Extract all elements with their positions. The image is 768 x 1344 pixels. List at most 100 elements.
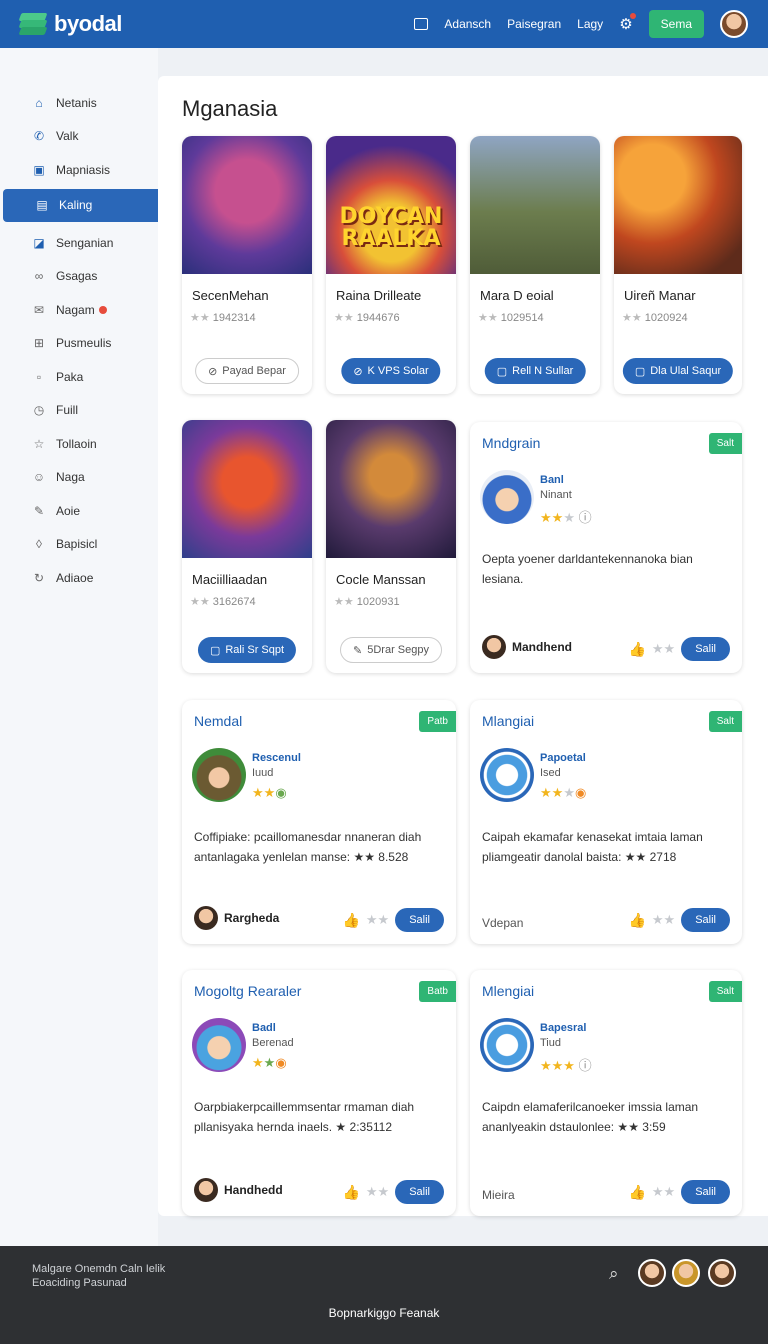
review-action-button[interactable]: Salil [395, 1180, 444, 1204]
game-action-button[interactable]: ▢ Dla Ulal Saqur [622, 358, 734, 384]
sidebar-item-nagam[interactable]: ✉ Nagam [0, 293, 158, 327]
review-title[interactable]: Nemdal [194, 713, 242, 729]
footer-line-2[interactable]: Eoaciding Pasunad [32, 1276, 165, 1290]
thumbs-up-icon[interactable]: 👍 [628, 912, 645, 929]
sidebar: ⌂ Netanis ✆ Valk ▣ Mapniasis ▤ Kaling ◪ Senga… [0, 48, 164, 1246]
star-icon[interactable]: ★★ [652, 912, 675, 928]
game-meta: ★★ 1029514 [478, 312, 544, 324]
game-card[interactable]: Cocle Manssan ★★ 1020931 ✎ 5Drar Segpy [326, 420, 456, 673]
nav-link-3[interactable]: Lagy [577, 17, 603, 31]
sidebar-item-valk[interactable]: ✆ Valk [0, 120, 158, 154]
header-cta-button[interactable]: Sema [648, 10, 704, 38]
nav-link-2[interactable]: Paisegran [507, 17, 561, 31]
calendar-icon[interactable] [414, 18, 429, 30]
game-action-button[interactable]: ⊘ K VPS Solar [341, 358, 441, 384]
avatar [482, 635, 506, 659]
main-content: Mganasia SecenMehan ★★ 1942314 ⊘ Payad Be… [158, 76, 768, 1216]
thumbs-up-icon[interactable]: 👍 [342, 1184, 359, 1201]
square-icon: ▢ [209, 644, 221, 657]
search-icon[interactable]: ⌕ [609, 1264, 619, 1284]
avatar [480, 470, 534, 524]
game-name: Maciilliaadan [192, 572, 268, 587]
info-icon[interactable]: ⓘ [579, 510, 592, 525]
review-title[interactable]: Mlengiai [482, 983, 534, 999]
reviewer-subtitle: Ised [540, 767, 561, 779]
review-action-button[interactable]: Salil [681, 637, 730, 661]
avatar [192, 1018, 246, 1072]
star-icon[interactable]: ★★ [366, 1184, 389, 1200]
game-meta: ★★ 3162674 [190, 596, 256, 608]
top-bar: byodal Adansch Paisegran Lagy ⚙ Sema [0, 0, 768, 48]
review-card: Mlangiai Salt Papoetal Ised ★★★◉ Caipah … [470, 700, 742, 944]
game-card[interactable]: Maciilliaadan ★★ 3162674 ▢ Rali Sr Sqpt [182, 420, 312, 673]
footer-center-text[interactable]: Bopnarkiggo Feanak [0, 1306, 768, 1320]
logo[interactable]: byodal [18, 11, 122, 37]
game-art-title: DOYCAN RAALKA [339, 204, 443, 251]
avatar[interactable] [672, 1259, 700, 1287]
status-badge: Batb [419, 981, 456, 1002]
review-title[interactable]: Mlangiai [482, 713, 534, 729]
game-action-button[interactable]: ▢ Rali Sr Sqpt [197, 637, 297, 663]
user-avatar[interactable] [720, 10, 748, 38]
game-card[interactable]: Mara D eoial ★★ 1029514 ▢ Rell N Sullar [470, 136, 600, 394]
sidebar-item-label: Fuill [56, 403, 79, 418]
star-icon[interactable]: ★★ [652, 1184, 675, 1200]
drop-icon: ◊ [36, 537, 42, 552]
review-title[interactable]: Mndgrain [482, 435, 540, 451]
avatar[interactable] [638, 1259, 666, 1287]
gear-icon[interactable]: ⚙ [619, 13, 636, 33]
review-action-button[interactable]: Salil [681, 908, 730, 932]
sidebar-item-label: Pusmeulis [56, 336, 112, 351]
sidebar-item-gsagas[interactable]: ∞ Gsagas [0, 260, 158, 294]
review-action-button[interactable]: Salil [395, 908, 444, 932]
game-meta: ★★ 1020931 [334, 596, 400, 608]
star-icon[interactable]: ★★ [366, 912, 389, 928]
game-card[interactable]: SecenMehan ★★ 1942314 ⊘ Payad Bepar [182, 136, 312, 394]
avatar[interactable] [708, 1259, 736, 1287]
sidebar-item-fuill[interactable]: ◷ Fuill [0, 394, 158, 428]
game-action-button[interactable]: ▢ Rell N Sullar [484, 358, 586, 384]
thumbs-up-icon[interactable]: 👍 [628, 641, 645, 658]
thumbs-up-icon[interactable]: 👍 [628, 1184, 645, 1201]
sidebar-item-aoie[interactable]: ✎ Aoie [0, 494, 158, 528]
sidebar-item-netanis[interactable]: ⌂ Netanis [0, 86, 158, 120]
review-title[interactable]: Mogoltg Rearaler [194, 983, 301, 999]
sidebar-item-adiaoe[interactable]: ↻ Adiaoe [0, 561, 158, 595]
game-action-button[interactable]: ✎ 5Drar Segpy [340, 637, 442, 663]
review-action-button[interactable]: Salil [681, 1180, 730, 1204]
review-actions: 👍 ★★ Salil [342, 1180, 444, 1204]
smile-icon: ☺ [32, 470, 46, 485]
review-actions: 👍 ★★ Salil [628, 637, 730, 661]
map-icon: ▣ [33, 162, 45, 177]
thumbs-up-icon[interactable]: 👍 [342, 912, 359, 929]
game-card[interactable]: DOYCAN RAALKA Raina Drilleate ★★ 1944676… [326, 136, 456, 394]
sidebar-item-senganian[interactable]: ◪ Senganian [0, 226, 158, 260]
sidebar-item-pusmeulis[interactable]: ⊞ Pusmeulis [0, 327, 158, 361]
sidebar-item-paka[interactable]: ▫ Paka [0, 360, 158, 394]
reviewer-name: Badl [252, 1022, 276, 1034]
game-action-button[interactable]: ⊘ Payad Bepar [195, 358, 299, 384]
sidebar-item-kaling[interactable]: ▤ Kaling [3, 188, 164, 222]
game-name: SecenMehan [192, 288, 269, 303]
sidebar-item-label: Netanis [56, 95, 97, 110]
info-icon[interactable]: ⓘ [579, 1058, 592, 1073]
square-icon: ▢ [634, 365, 646, 378]
reviewer-subtitle: Berenad [252, 1037, 294, 1049]
sidebar-item-mapniasis[interactable]: ▣ Mapniasis [0, 153, 158, 187]
phone-icon: ✆ [33, 129, 45, 144]
star-icon[interactable]: ★★ [652, 641, 675, 657]
game-card[interactable]: Uireñ Manar ★★ 1020924 ▢ Dla Ulal Saqur [614, 136, 742, 394]
sidebar-item-tollaoin[interactable]: ☆ Tollaoin [0, 427, 158, 461]
sidebar-item-label: Mapniasis [56, 162, 111, 177]
edit-icon: ◪ [33, 235, 45, 250]
sidebar-item-naga[interactable]: ☺ Naga [0, 461, 158, 495]
sidebar-item-bapisicl[interactable]: ◊ Bapisicl [0, 528, 158, 562]
reviewer-subtitle: Iuud [252, 767, 274, 779]
review-actions: 👍 ★★ Salil [342, 908, 444, 932]
nav-link-1[interactable]: Adansch [444, 17, 491, 31]
link-icon: ⊘ [208, 365, 218, 378]
review-body: Oepta yoener darldantekennanoka bian les… [482, 552, 693, 586]
notification-dot [629, 13, 636, 19]
footer-line-1[interactable]: Malgare Onemdn Caln Ielik [32, 1262, 165, 1276]
game-meta: ★★ 1944676 [334, 312, 400, 324]
